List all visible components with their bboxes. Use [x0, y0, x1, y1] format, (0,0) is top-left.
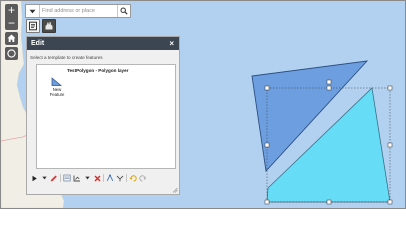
caret-down-icon [29, 9, 36, 13]
search-icon [120, 7, 128, 15]
template-layer-name: TestPolygon - Polygon layer [67, 68, 129, 73]
union-icon[interactable] [116, 174, 124, 183]
app-frame: + − Find address or place Edit × Select … [0, 0, 406, 209]
edit-tool-icon [45, 22, 53, 30]
toolbar-divider [126, 174, 127, 182]
dropdown-icon[interactable] [83, 174, 91, 183]
dropdown-icon[interactable] [40, 174, 48, 183]
edit-widget-button[interactable] [42, 19, 56, 33]
pen-icon[interactable] [50, 174, 58, 183]
rotate-handle[interactable] [326, 79, 332, 85]
locate-icon [7, 49, 16, 58]
search-button[interactable] [117, 5, 130, 17]
select-arrow-icon[interactable] [30, 174, 38, 183]
attributes-icon[interactable] [63, 174, 71, 183]
new-feature-template[interactable]: New Feature [45, 77, 69, 103]
home-button[interactable] [5, 32, 18, 45]
edit-panel-title: Edit [31, 40, 45, 47]
template-picker: TestPolygon - Polygon layer New Feature [36, 64, 176, 169]
home-icon [7, 34, 16, 42]
search-widget [25, 4, 131, 18]
layers-button[interactable] [26, 19, 40, 33]
search-input[interactable] [40, 5, 117, 17]
reshape-icon[interactable] [106, 174, 114, 183]
zoom-control: + − [5, 4, 18, 30]
resize-grip-icon[interactable] [172, 187, 178, 193]
search-source-dropdown[interactable] [26, 5, 40, 17]
delete-icon[interactable] [93, 174, 101, 183]
template-label: New Feature [49, 87, 65, 97]
layer-list-icon [29, 21, 37, 31]
zoom-out-button[interactable]: − [5, 17, 18, 30]
redo-icon[interactable] [139, 174, 147, 183]
edit-toolbar [30, 173, 147, 183]
toolbar-divider [103, 174, 104, 182]
edit-panel-header: Edit × [27, 37, 179, 50]
locate-button[interactable] [5, 47, 18, 60]
polygon-symbol-icon [51, 77, 62, 86]
template-hint: Select a template to create features [30, 55, 103, 60]
edit-panel: Edit × Select a template to create featu… [26, 36, 180, 195]
toolbar-divider [60, 174, 61, 182]
cut-icon[interactable] [73, 174, 81, 183]
undo-icon[interactable] [129, 174, 137, 183]
close-button[interactable]: × [169, 39, 174, 48]
